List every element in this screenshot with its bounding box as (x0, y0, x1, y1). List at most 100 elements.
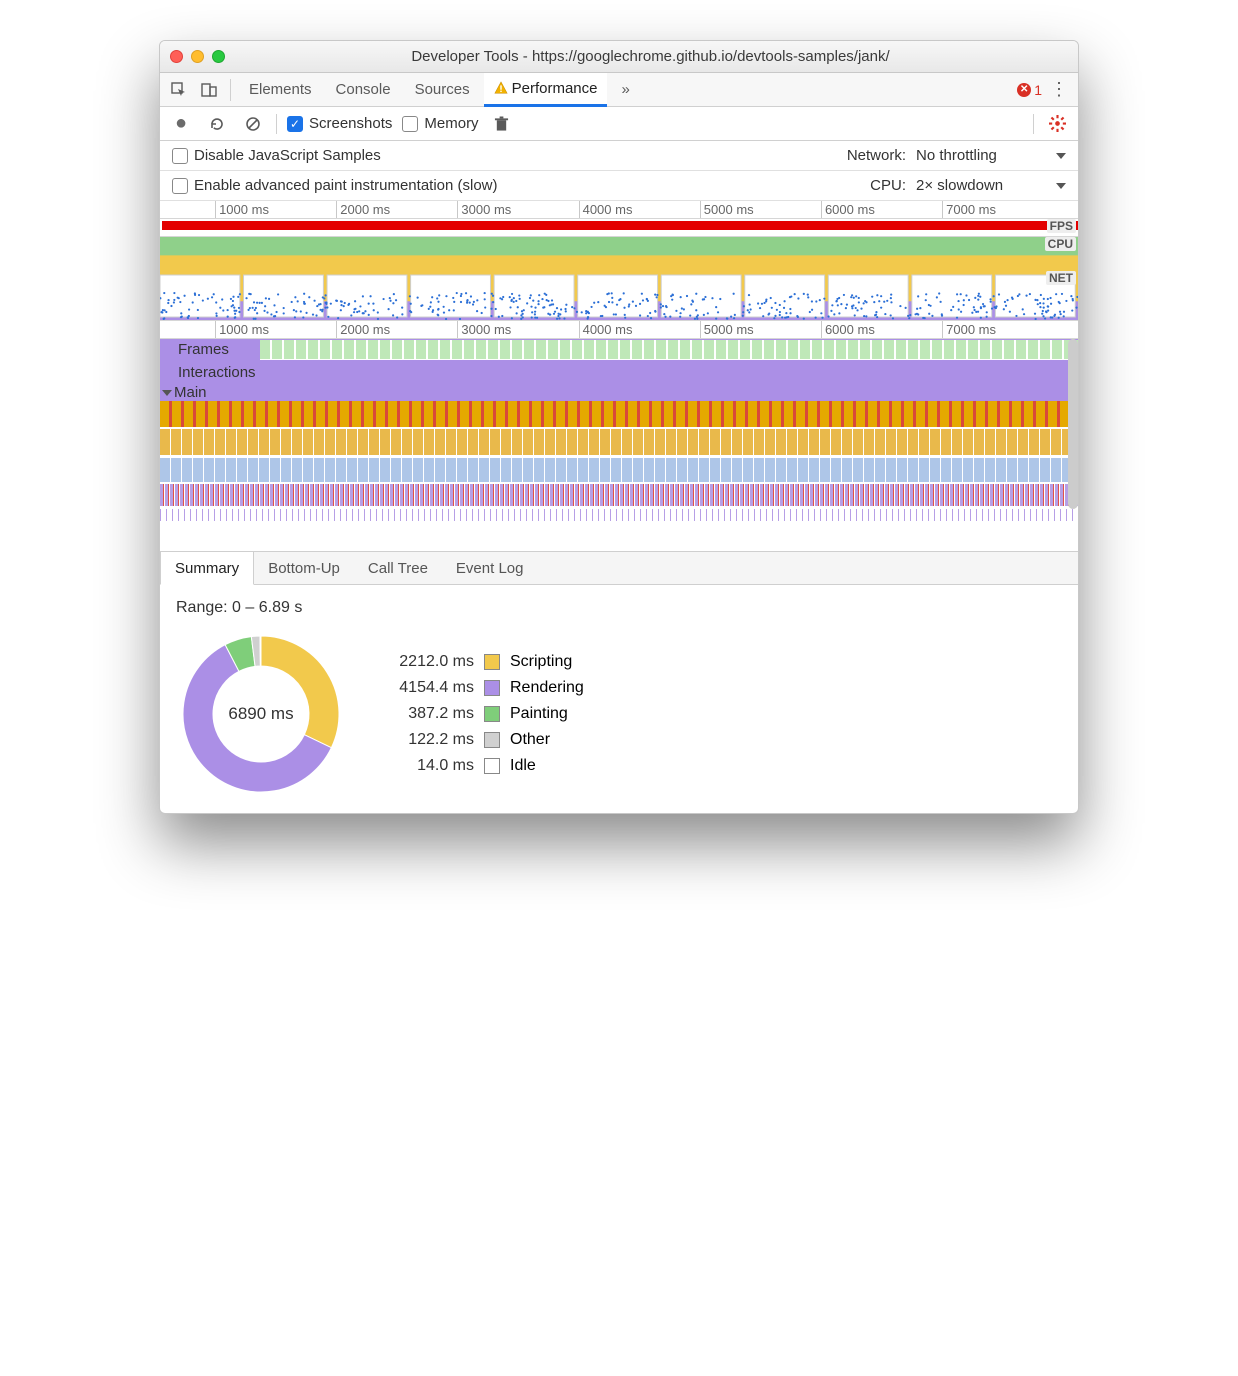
capture-settings-icon[interactable] (1044, 111, 1070, 137)
fps-label: FPS (1047, 219, 1076, 233)
summary-donut-chart: 6890 ms (176, 629, 346, 799)
ruler-tick: 3000 ms (457, 321, 511, 338)
legend-swatch (484, 706, 500, 722)
overview-net-track[interactable]: NET (160, 271, 1078, 321)
range-text: Range: 0 – 6.89 s (176, 599, 1062, 617)
legend-row: 14.0 msIdle (374, 757, 584, 775)
summary-tabs: Summary Bottom-Up Call Tree Event Log (160, 551, 1078, 585)
frames-label: Frames (160, 339, 260, 360)
overview-cpu-track[interactable]: CPU (160, 237, 1078, 271)
option-row-2: Enable advanced paint instrumentation (s… (160, 171, 1078, 201)
overview-fps-track[interactable]: FPS (160, 219, 1078, 237)
ruler-tick: 4000 ms (579, 321, 633, 338)
legend-swatch (484, 680, 500, 696)
traffic-lights (170, 50, 225, 63)
tab-sources[interactable]: Sources (405, 73, 480, 107)
interactions-track[interactable]: Interactions (160, 360, 1078, 384)
ruler-tick: 1000 ms (215, 321, 269, 338)
legend-value: 4154.4 ms (374, 679, 474, 697)
legend-label: Other (510, 731, 550, 749)
net-label: NET (1046, 271, 1076, 285)
screenshots-checkbox[interactable]: ✓ Screenshots (287, 115, 392, 132)
kebab-menu-icon[interactable]: ⋮ (1046, 77, 1072, 103)
legend-label: Painting (510, 705, 568, 723)
ruler-tick: 5000 ms (700, 321, 754, 338)
memory-checkbox[interactable]: Memory (402, 115, 478, 132)
legend-label: Rendering (510, 679, 584, 697)
warning-icon (494, 81, 508, 95)
ruler-tick: 5000 ms (700, 201, 754, 218)
donut-total: 6890 ms (176, 629, 346, 799)
checkbox-icon (402, 116, 418, 132)
checkbox-checked-icon: ✓ (287, 116, 303, 132)
ruler-tick: 7000 ms (942, 201, 996, 218)
option-row-1: Disable JavaScript Samples Network: No t… (160, 141, 1078, 171)
legend-swatch (484, 732, 500, 748)
main-label: Main (174, 384, 207, 401)
legend-row: 387.2 ms Painting (374, 705, 584, 723)
ruler-tick: 1000 ms (215, 201, 269, 218)
network-throttle-select[interactable]: No throttling (916, 147, 1066, 164)
perf-toolbar: ● ✓ Screenshots Memory (160, 107, 1078, 141)
tab-summary[interactable]: Summary (160, 552, 254, 585)
chevron-down-icon (1056, 183, 1066, 189)
legend-value: 14.0 ms (374, 757, 474, 775)
devtools-window: Developer Tools - https://googlechrome.g… (159, 40, 1079, 814)
network-label: Network: (847, 147, 906, 164)
ruler-tick: 6000 ms (821, 201, 875, 218)
legend-swatch (484, 758, 500, 774)
minimize-window-button[interactable] (191, 50, 204, 63)
legend-value: 122.2 ms (374, 731, 474, 749)
legend-label: Scripting (510, 653, 572, 671)
tab-call-tree[interactable]: Call Tree (354, 552, 442, 584)
cpu-throttle-select[interactable]: 2× slowdown (916, 177, 1066, 194)
ruler-tick: 3000 ms (457, 201, 511, 218)
tabs-overflow-button[interactable]: » (611, 73, 639, 107)
inspect-element-icon[interactable] (166, 77, 192, 103)
device-toolbar-icon[interactable] (196, 77, 222, 103)
error-count-badge[interactable]: ✕ 1 (1017, 82, 1042, 98)
vertical-scrollbar[interactable] (1068, 339, 1078, 509)
tab-elements[interactable]: Elements (239, 73, 322, 107)
legend-value: 2212.0 ms (374, 653, 474, 671)
error-icon: ✕ (1017, 83, 1031, 97)
tab-bottom-up[interactable]: Bottom-Up (254, 552, 354, 584)
legend-row: 4154.4 ms Rendering (374, 679, 584, 697)
ruler-tick: 2000 ms (336, 201, 390, 218)
ruler-tick: 2000 ms (336, 321, 390, 338)
expand-icon (162, 390, 172, 396)
record-button[interactable]: ● (168, 111, 194, 137)
ruler-tick: 6000 ms (821, 321, 875, 338)
garbage-collect-icon[interactable] (489, 111, 515, 137)
legend-row: 122.2 ms Other (374, 731, 584, 749)
clear-button[interactable] (240, 111, 266, 137)
advanced-paint-checkbox[interactable]: Enable advanced paint instrumentation (s… (172, 177, 498, 194)
reload-record-button[interactable] (204, 111, 230, 137)
disable-js-samples-checkbox[interactable]: Disable JavaScript Samples (172, 147, 381, 164)
detail-ruler[interactable]: 1000 ms 2000 ms 3000 ms 4000 ms 5000 ms 6000 … (160, 321, 1078, 339)
frames-track[interactable]: Frames (160, 339, 1078, 360)
tab-event-log[interactable]: Event Log (442, 552, 538, 584)
flame-chart[interactable] (160, 401, 1078, 551)
ruler-tick: 7000 ms (942, 321, 996, 338)
main-track-header[interactable]: Main (160, 384, 1078, 401)
checkbox-icon (172, 178, 188, 194)
chevron-down-icon (1056, 153, 1066, 159)
overview-ruler[interactable]: 1000 ms 2000 ms 3000 ms 4000 ms 5000 ms 6000 … (160, 201, 1078, 219)
close-window-button[interactable] (170, 50, 183, 63)
zoom-window-button[interactable] (212, 50, 225, 63)
cpu-label: CPU: (870, 177, 906, 194)
summary-legend: 2212.0 ms Scripting 4154.4 ms Rendering 387.… (374, 653, 584, 775)
titlebar: Developer Tools - https://googlechrome.g… (160, 41, 1078, 73)
window-title: Developer Tools - https://googlechrome.g… (233, 48, 1068, 65)
ruler-tick: 4000 ms (579, 201, 633, 218)
tab-performance[interactable]: Performance (484, 73, 608, 107)
cpu-track-label: CPU (1045, 237, 1076, 251)
panel-tabs: Elements Console Sources Performance » ✕… (160, 73, 1078, 107)
summary-panel: Range: 0 – 6.89 s 6890 ms 2212.0 ms Scrip… (160, 585, 1078, 813)
tab-console[interactable]: Console (326, 73, 401, 107)
legend-value: 387.2 ms (374, 705, 474, 723)
interactions-label: Interactions (160, 362, 256, 383)
checkbox-icon (172, 148, 188, 164)
legend-swatch (484, 654, 500, 670)
